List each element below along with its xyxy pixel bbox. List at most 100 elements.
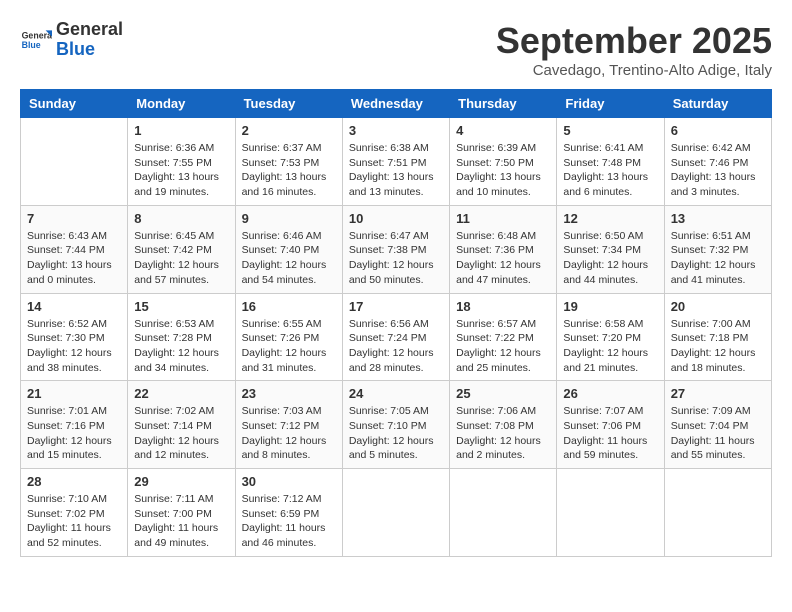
day-number: 5 [563,123,657,138]
calendar-cell: 18 Sunrise: 6:57 AM Sunset: 7:22 PM Dayli… [450,293,557,381]
calendar-week-row: 21 Sunrise: 7:01 AM Sunset: 7:16 PM Dayli… [21,381,772,469]
logo-blue-text: Blue [56,40,123,60]
day-number: 4 [456,123,550,138]
calendar-cell: 14 Sunrise: 6:52 AM Sunset: 7:30 PM Dayli… [21,293,128,381]
day-number: 1 [134,123,228,138]
day-number: 28 [27,474,121,489]
day-number: 24 [349,386,443,401]
calendar-cell: 9 Sunrise: 6:46 AM Sunset: 7:40 PM Daylig… [235,205,342,293]
day-number: 13 [671,211,765,226]
calendar-cell: 5Sunrise: 6:41 AM Sunset: 7:48 PM Daylig… [557,118,664,206]
calendar-cell: 11Sunrise: 6:48 AM Sunset: 7:36 PM Dayli… [450,205,557,293]
day-info: Sunrise: 6:58 AM Sunset: 7:20 PM Dayligh… [563,317,657,376]
day-number: 20 [671,299,765,314]
day-info: Sunrise: 6:47 AM Sunset: 7:38 PM Dayligh… [349,229,443,288]
calendar-header-tuesday: Tuesday [235,90,342,118]
logo: General Blue General Blue [20,20,123,60]
calendar-cell: 12 Sunrise: 6:50 AM Sunset: 7:34 PM Dayli… [557,205,664,293]
day-number: 21 [27,386,121,401]
day-number: 6 [671,123,765,138]
calendar-cell: 23 Sunrise: 7:03 AM Sunset: 7:12 PM Dayli… [235,381,342,469]
calendar-cell: 19 Sunrise: 6:58 AM Sunset: 7:20 PM Dayli… [557,293,664,381]
calendar-cell: 29 Sunrise: 7:11 AM Sunset: 7:00 PM Dayli… [128,469,235,557]
page-header: General Blue General Blue September 2025… [20,20,772,79]
calendar-cell: 21 Sunrise: 7:01 AM Sunset: 7:16 PM Dayli… [21,381,128,469]
calendar-header-thursday: Thursday [450,90,557,118]
calendar-cell: 13Sunrise: 6:51 AM Sunset: 7:32 PM Dayli… [664,205,771,293]
calendar-cell: 28 Sunrise: 7:10 AM Sunset: 7:02 PM Dayli… [21,469,128,557]
calendar-cell: 30Sunrise: 7:12 AM Sunset: 6:59 PM Dayli… [235,469,342,557]
day-info: Sunrise: 7:10 AM Sunset: 7:02 PM Dayligh… [27,492,121,551]
day-info: Sunrise: 7:11 AM Sunset: 7:00 PM Dayligh… [134,492,228,551]
day-info: Sunrise: 6:36 AM Sunset: 7:55 PM Dayligh… [134,141,228,200]
day-number: 2 [242,123,336,138]
calendar-cell: 20 Sunrise: 7:00 AM Sunset: 7:18 PM Dayli… [664,293,771,381]
day-info: Sunrise: 6:55 AM Sunset: 7:26 PM Dayligh… [242,317,336,376]
day-number: 11 [456,211,550,226]
location-subtitle: Cavedago, Trentino-Alto Adige, Italy [496,62,772,79]
day-info: Sunrise: 6:42 AM Sunset: 7:46 PM Dayligh… [671,141,765,200]
day-info: Sunrise: 6:43 AM Sunset: 7:44 PM Dayligh… [27,229,121,288]
day-info: Sunrise: 6:46 AM Sunset: 7:40 PM Dayligh… [242,229,336,288]
day-info: Sunrise: 6:50 AM Sunset: 7:34 PM Dayligh… [563,229,657,288]
day-info: Sunrise: 6:53 AM Sunset: 7:28 PM Dayligh… [134,317,228,376]
calendar-week-row: 7 Sunrise: 6:43 AM Sunset: 7:44 PM Daylig… [21,205,772,293]
calendar-cell: 24Sunrise: 7:05 AM Sunset: 7:10 PM Dayli… [342,381,449,469]
calendar-cell: 17 Sunrise: 6:56 AM Sunset: 7:24 PM Dayli… [342,293,449,381]
calendar-week-row: 1 Sunrise: 6:36 AM Sunset: 7:55 PM Daylig… [21,118,772,206]
calendar-header-row: SundayMondayTuesdayWednesdayThursdayFrid… [21,90,772,118]
day-info: Sunrise: 6:57 AM Sunset: 7:22 PM Dayligh… [456,317,550,376]
calendar-cell [342,469,449,557]
svg-text:Blue: Blue [22,40,41,50]
calendar-cell: 4 Sunrise: 6:39 AM Sunset: 7:50 PM Daylig… [450,118,557,206]
day-number: 7 [27,211,121,226]
day-info: Sunrise: 7:03 AM Sunset: 7:12 PM Dayligh… [242,404,336,463]
day-info: Sunrise: 6:39 AM Sunset: 7:50 PM Dayligh… [456,141,550,200]
day-number: 18 [456,299,550,314]
calendar-cell: 3Sunrise: 6:38 AM Sunset: 7:51 PM Daylig… [342,118,449,206]
calendar-cell: 25Sunrise: 7:06 AM Sunset: 7:08 PM Dayli… [450,381,557,469]
day-info: Sunrise: 7:07 AM Sunset: 7:06 PM Dayligh… [563,404,657,463]
calendar-header-sunday: Sunday [21,90,128,118]
day-number: 10 [349,211,443,226]
day-info: Sunrise: 7:09 AM Sunset: 7:04 PM Dayligh… [671,404,765,463]
logo-general-text: General [56,20,123,40]
day-number: 22 [134,386,228,401]
day-info: Sunrise: 7:12 AM Sunset: 6:59 PM Dayligh… [242,492,336,551]
calendar-header-saturday: Saturday [664,90,771,118]
logo-text: General Blue [56,20,123,60]
day-info: Sunrise: 7:01 AM Sunset: 7:16 PM Dayligh… [27,404,121,463]
day-number: 8 [134,211,228,226]
day-info: Sunrise: 7:00 AM Sunset: 7:18 PM Dayligh… [671,317,765,376]
title-block: September 2025 Cavedago, Trentino-Alto A… [496,20,772,79]
calendar-header-monday: Monday [128,90,235,118]
day-number: 19 [563,299,657,314]
calendar-cell: 10 Sunrise: 6:47 AM Sunset: 7:38 PM Dayli… [342,205,449,293]
day-number: 27 [671,386,765,401]
calendar-cell: 6 Sunrise: 6:42 AM Sunset: 7:46 PM Daylig… [664,118,771,206]
day-number: 29 [134,474,228,489]
day-info: Sunrise: 7:02 AM Sunset: 7:14 PM Dayligh… [134,404,228,463]
calendar-cell: 16 Sunrise: 6:55 AM Sunset: 7:26 PM Dayli… [235,293,342,381]
calendar-cell [557,469,664,557]
day-number: 14 [27,299,121,314]
calendar-cell [664,469,771,557]
calendar-cell: 26 Sunrise: 7:07 AM Sunset: 7:06 PM Dayli… [557,381,664,469]
day-number: 25 [456,386,550,401]
day-number: 16 [242,299,336,314]
day-number: 12 [563,211,657,226]
calendar-cell [21,118,128,206]
day-number: 9 [242,211,336,226]
calendar-cell: 7 Sunrise: 6:43 AM Sunset: 7:44 PM Daylig… [21,205,128,293]
calendar-cell [450,469,557,557]
calendar-week-row: 14 Sunrise: 6:52 AM Sunset: 7:30 PM Dayli… [21,293,772,381]
day-number: 3 [349,123,443,138]
day-info: Sunrise: 6:56 AM Sunset: 7:24 PM Dayligh… [349,317,443,376]
day-number: 17 [349,299,443,314]
calendar-cell: 27 Sunrise: 7:09 AM Sunset: 7:04 PM Dayli… [664,381,771,469]
day-info: Sunrise: 6:52 AM Sunset: 7:30 PM Dayligh… [27,317,121,376]
calendar-header-friday: Friday [557,90,664,118]
calendar-cell: 22 Sunrise: 7:02 AM Sunset: 7:14 PM Dayli… [128,381,235,469]
day-number: 26 [563,386,657,401]
day-number: 23 [242,386,336,401]
